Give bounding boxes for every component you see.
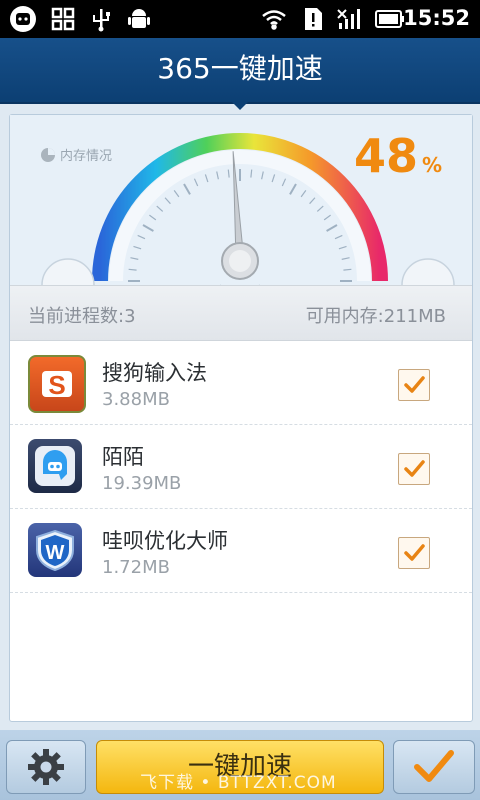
- gauge-tick: [137, 234, 146, 240]
- right-mini-dial: [401, 258, 455, 285]
- confirm-button[interactable]: [393, 740, 475, 794]
- grid-icon: [50, 5, 76, 33]
- gauge-tick: [323, 214, 331, 221]
- list-item[interactable]: 陌陌 19.39MB: [10, 425, 472, 509]
- app-name: 搜狗输入法: [102, 361, 207, 385]
- main-card: 内存情况 48 % 当前进程数:3 可用内存:211MB S 搜狗输入法 3.8…: [9, 114, 473, 722]
- percent-value: 48: [353, 129, 418, 183]
- gauge-tick: [271, 174, 276, 183]
- gauge-tick: [289, 183, 297, 195]
- stats-bar: 当前进程数:3 可用内存:211MB: [10, 285, 472, 341]
- list-item[interactable]: W 哇呗优化大师 1.72MB: [10, 509, 472, 593]
- app-checkbox[interactable]: [398, 453, 430, 485]
- gauge-tick: [193, 178, 199, 187]
- gauge-tick: [204, 174, 209, 183]
- gauge-tick: [164, 197, 171, 205]
- gauge-tick: [149, 214, 157, 221]
- gauge-tick: [281, 178, 287, 187]
- gauge-tick: [183, 183, 191, 195]
- gauge-tick: [309, 197, 316, 205]
- gauge-tick: [338, 245, 347, 250]
- gauge-tick: [133, 245, 142, 250]
- gauge-tick: [250, 169, 253, 178]
- watermark: 飞下载 • BTTZXT.COM: [140, 773, 337, 793]
- gauge-tick: [334, 234, 343, 240]
- app-checkbox[interactable]: [398, 369, 430, 401]
- app-size: 3.88MB: [102, 389, 170, 410]
- memory-percent: 48%: [354, 129, 442, 183]
- settings-button[interactable]: [6, 740, 86, 794]
- wifi-icon: [260, 5, 288, 33]
- process-count: 当前进程数:3: [28, 306, 136, 327]
- usb-icon: [88, 5, 114, 33]
- header-notch: [232, 102, 248, 110]
- gauge-tick: [261, 171, 264, 180]
- gauge-tick: [227, 169, 230, 178]
- gauge-tick: [130, 257, 139, 260]
- gauge-tick: [216, 171, 219, 180]
- no-signal-icon: [336, 5, 362, 33]
- available-memory: 可用内存:211MB: [305, 306, 446, 327]
- percent-unit: %: [421, 153, 442, 177]
- svg-text:W: W: [46, 542, 65, 564]
- checkmark-icon: [404, 376, 425, 393]
- gauge-tick: [173, 190, 180, 198]
- status-time: 15:52: [403, 6, 470, 30]
- wabei-shield-icon: W: [28, 523, 82, 577]
- app-header: 365一键加速: [0, 38, 480, 110]
- memory-gauge-panel: 内存情况 48 %: [10, 115, 472, 285]
- status-bar: 15:52: [0, 0, 480, 38]
- app-checkbox[interactable]: [398, 537, 430, 569]
- app-size: 1.72MB: [102, 557, 170, 578]
- gauge-tick: [343, 268, 352, 271]
- gauge-tick: [156, 205, 164, 212]
- gear-icon: [28, 749, 64, 785]
- app-size: 19.39MB: [102, 473, 182, 494]
- checkmark-icon: [404, 544, 425, 561]
- sd-card-alert-icon: [300, 5, 326, 33]
- checkmark-icon: [404, 460, 425, 477]
- android-debug-icon: [126, 5, 152, 33]
- page-title: 365一键加速: [157, 52, 323, 85]
- gauge-tick: [142, 224, 154, 232]
- sogou-icon: S: [28, 355, 86, 413]
- gauge-tick: [300, 190, 307, 198]
- battery-icon: [374, 5, 406, 33]
- gauge-tick: [316, 205, 324, 212]
- list-item[interactable]: S 搜狗输入法 3.88MB: [10, 341, 472, 425]
- momo-icon: [28, 439, 82, 493]
- gauge-tick: [128, 268, 137, 271]
- app-name: 哇呗优化大师: [102, 529, 228, 553]
- svg-text:S: S: [48, 370, 65, 400]
- app-name: 陌陌: [102, 445, 144, 469]
- checkmark-icon: [414, 750, 454, 782]
- left-mini-dial: [41, 258, 95, 285]
- gauge-tick: [341, 257, 350, 260]
- gauge-tick: [326, 224, 338, 232]
- app-bubble-icon: [6, 5, 40, 33]
